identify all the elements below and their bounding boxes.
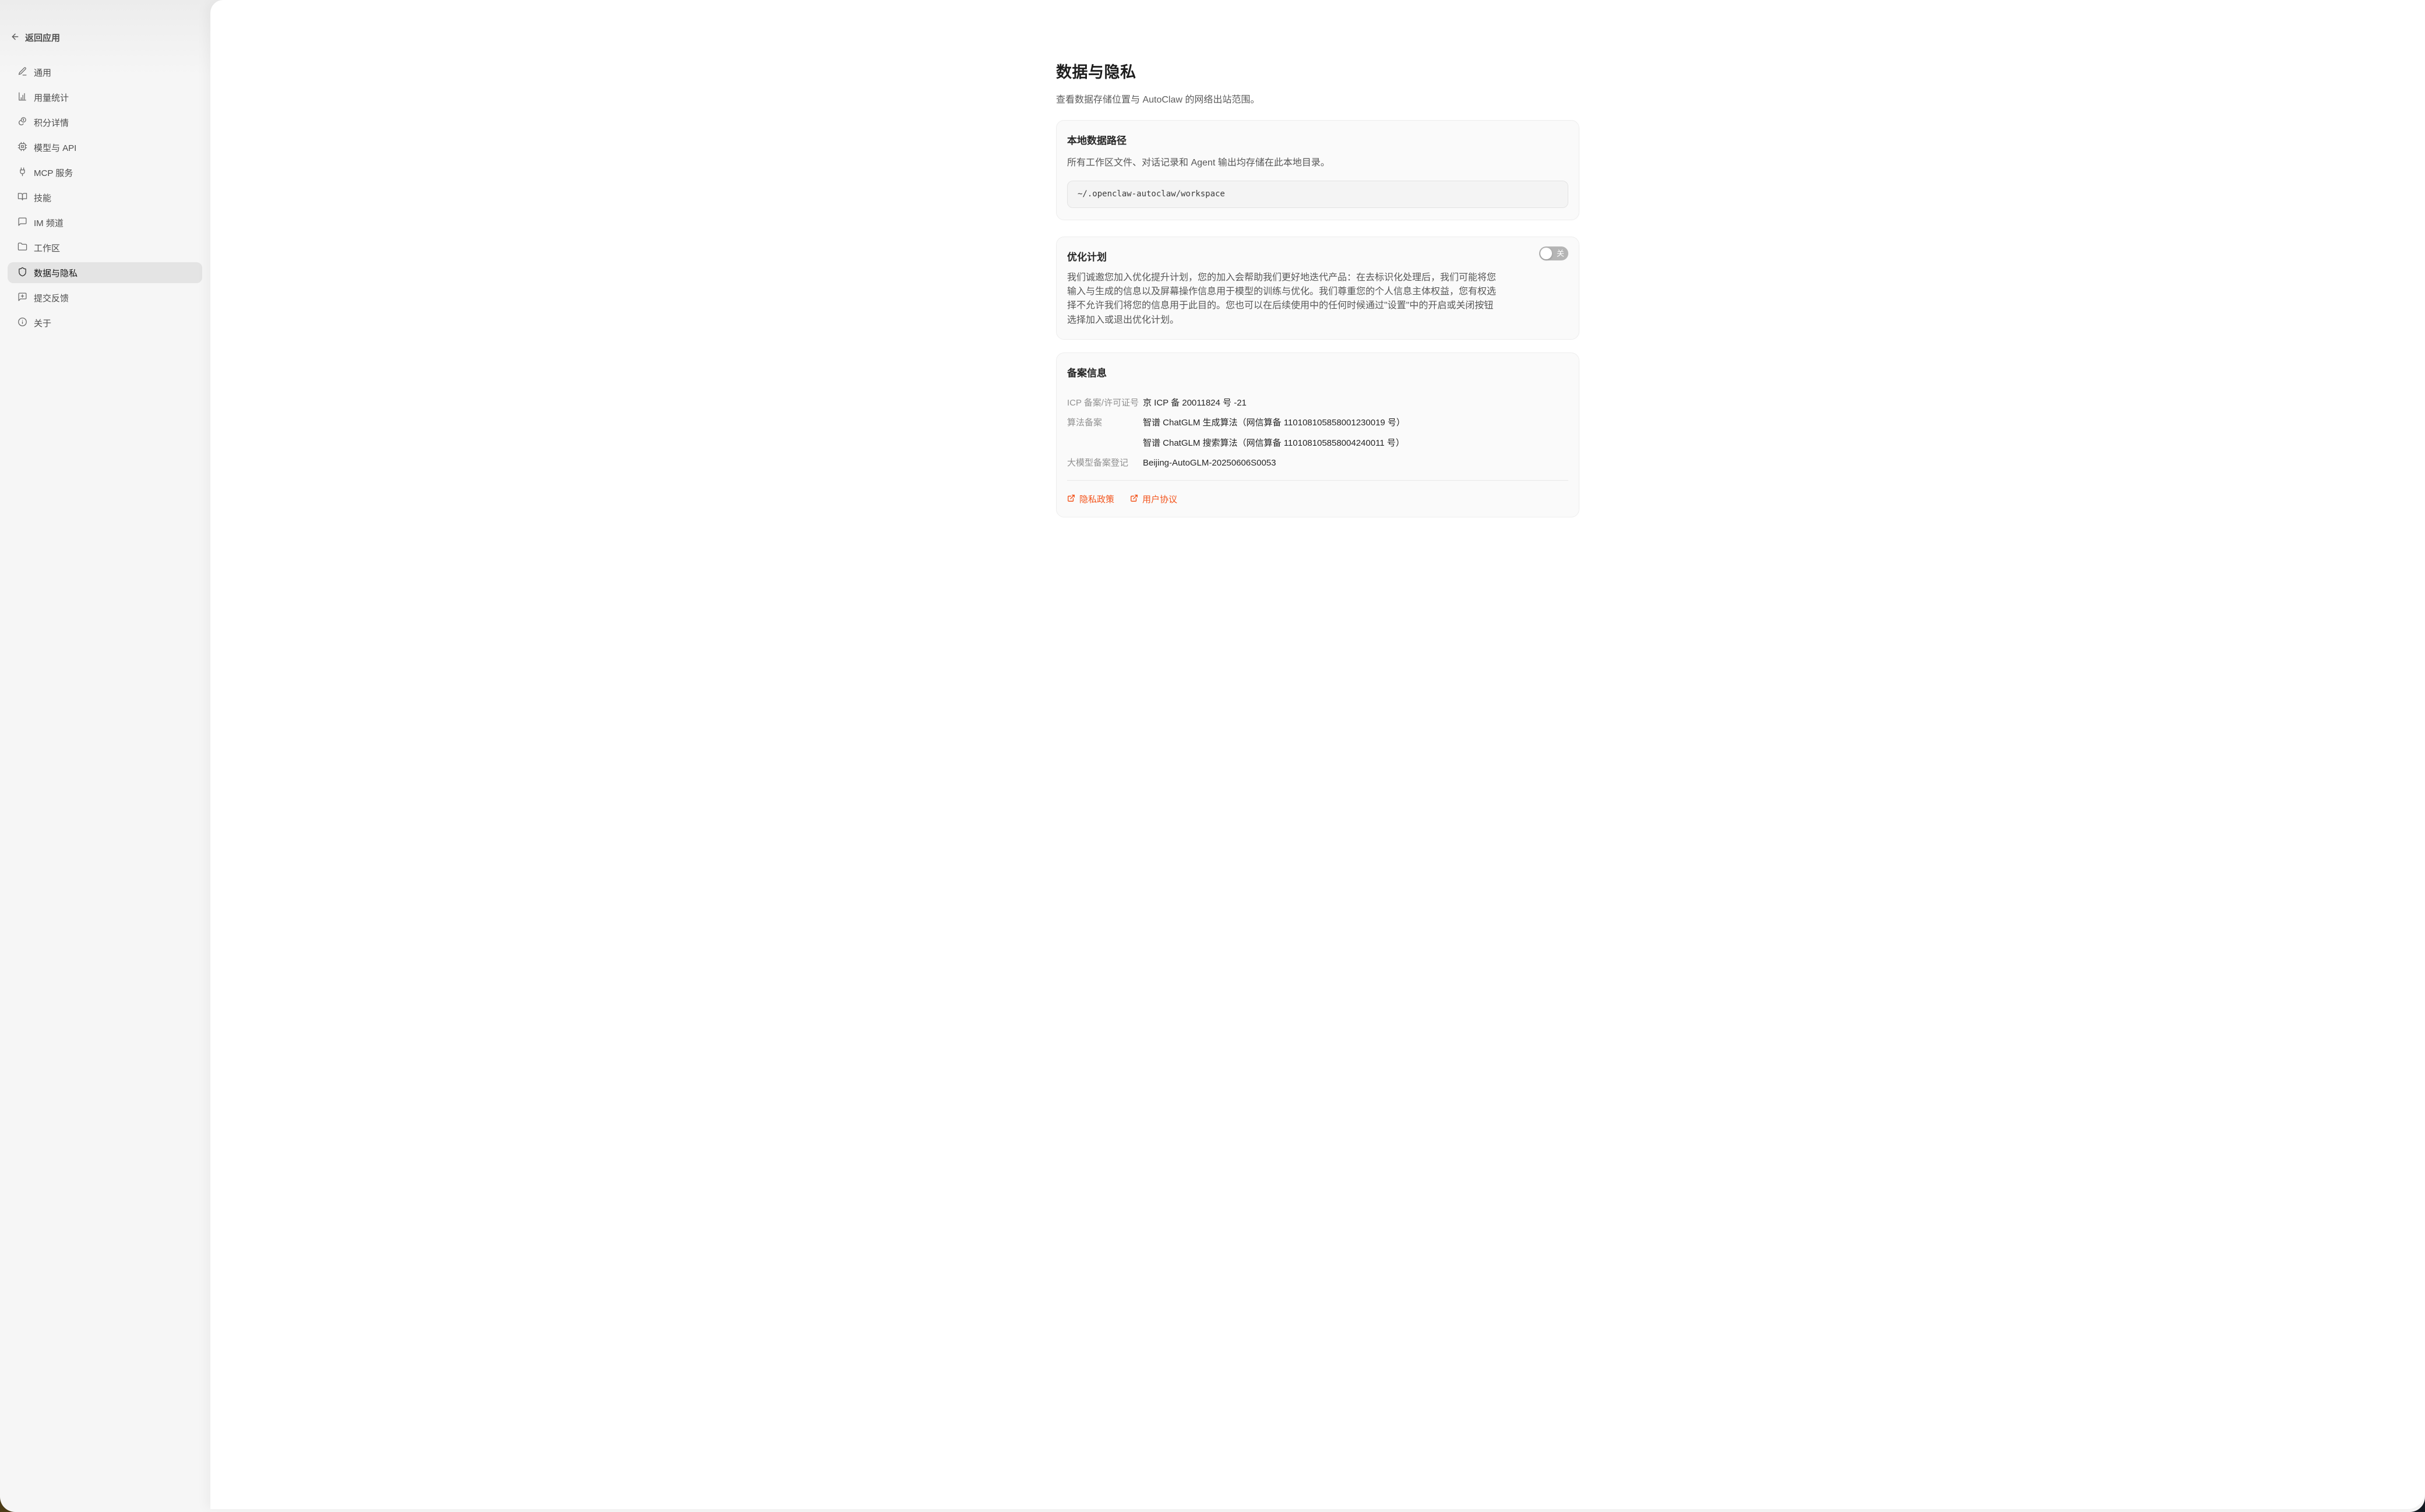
privacy-policy-label: 隐私政策 (1079, 493, 1114, 505)
chat-bubble-icon (17, 217, 27, 229)
sidebar-item-feedback[interactable]: 提交反馈 (8, 287, 202, 308)
sidebar-item-im-channels[interactable]: IM 频道 (8, 212, 202, 233)
divider (1067, 480, 1568, 481)
icp-filing-number: 京 ICP 备 20011824 号 -21 (1143, 396, 1568, 408)
description-line: 择不允许我们将您的信息用于此目的。您也可以在后续使用中的任何时候通过"设置"中的… (1067, 299, 1568, 313)
back-to-app-label: 返回应用 (25, 31, 60, 44)
optimization-plan-description: 我们诚邀您加入优化提升计划，您的加入会帮助我们更好地迭代产品：在去标识化处理后，… (1067, 271, 1568, 327)
filing-info-card: 备案信息 ICP 备案/许可证号 京 ICP 备 20011824 号 -21 … (1056, 353, 1579, 518)
local-data-path-title: 本地数据路径 (1067, 132, 1568, 147)
algorithm-filing-number: 智谱 ChatGLM 搜索算法（网信算备 1101081058580042400… (1143, 436, 1568, 449)
sidebar-item-about[interactable]: 关于 (8, 312, 202, 333)
sidebar-item-credits[interactable]: 积分详情 (8, 112, 202, 133)
llm-filing-number: Beijing-AutoGLM-20250606S0053 (1143, 458, 1568, 468)
external-link-icon (1130, 494, 1138, 505)
sidebar-item-general[interactable]: 通用 (8, 62, 202, 83)
sidebar-item-label: 积分详情 (34, 117, 69, 129)
local-data-path-card: 本地数据路径 所有工作区文件、对话记录和 Agent 输出均存储在此本地目录。 … (1056, 120, 1579, 220)
feedback-plus-icon (17, 292, 27, 304)
sidebar-item-label: 关于 (34, 317, 51, 329)
app-window: 返回应用 通用 用量统计 积分详情 模型与 API MCP 服务 (0, 0, 2425, 1512)
sidebar-item-label: 数据与隐私 (34, 267, 78, 279)
filing-rows: ICP 备案/许可证号 京 ICP 备 20011824 号 -21 算法备案 … (1067, 396, 1568, 469)
plug-icon (17, 167, 27, 179)
settings-main-panel: 数据与隐私 查看数据存储位置与 AutoClaw 的网络出站范围。 本地数据路径… (210, 0, 2425, 1509)
sidebar-item-label: 工作区 (34, 242, 60, 254)
page-title: 数据与隐私 (1056, 59, 1579, 82)
page-subtitle: 查看数据存储位置与 AutoClaw 的网络出站范围。 (1056, 91, 1579, 105)
description-line: 我们诚邀您加入优化提升计划，您的加入会帮助我们更好地迭代产品：在去标识化处理后，… (1067, 271, 1568, 285)
optimization-plan-card: 优化计划 关 我们诚邀您加入优化提升计划，您的加入会帮助我们更好地迭代产品：在去… (1056, 237, 1579, 340)
filing-row-label: 算法备案 (1067, 416, 1143, 428)
sidebar-item-skills[interactable]: 技能 (8, 187, 202, 208)
sidebar-item-usage-stats[interactable]: 用量统计 (8, 87, 202, 108)
bar-chart-icon (17, 91, 27, 104)
book-open-icon (17, 192, 27, 204)
user-agreement-link[interactable]: 用户协议 (1130, 493, 1177, 505)
cpu-icon (17, 142, 27, 154)
sidebar-item-label: MCP 服务 (34, 167, 73, 179)
sidebar-item-label: 技能 (34, 192, 51, 204)
info-icon (17, 317, 27, 329)
back-to-app-button[interactable]: 返回应用 (10, 31, 60, 44)
sidebar-item-models-api[interactable]: 模型与 API (8, 137, 202, 158)
toggle-state-label: 关 (1557, 250, 1564, 258)
sidebar-item-label: IM 频道 (34, 217, 64, 229)
sidebar-item-mcp-services[interactable]: MCP 服务 (8, 162, 202, 183)
filing-info-title: 备案信息 (1067, 365, 1568, 379)
optimization-plan-toggle[interactable]: 关 (1539, 246, 1568, 260)
coins-icon (17, 117, 27, 129)
description-line: 输入与生成的信息以及屏幕操作信息用于模型的训练与优化。我们尊重您的个人信息主体权… (1067, 285, 1568, 299)
local-data-path-description: 所有工作区文件、对话记录和 Agent 输出均存储在此本地目录。 (1067, 154, 1568, 168)
sidebar-item-label: 通用 (34, 66, 51, 79)
arrow-left-icon (10, 32, 20, 44)
policy-links: 隐私政策 用户协议 (1067, 493, 1568, 505)
sidebar-nav: 通用 用量统计 积分详情 模型与 API MCP 服务 技能 (8, 62, 202, 333)
filing-row-label: 大模型备案登记 (1067, 456, 1143, 468)
sidebar-item-label: 提交反馈 (34, 292, 69, 304)
sidebar-item-workspace[interactable]: 工作区 (8, 237, 202, 258)
description-line: 选择加入或退出优化计划。 (1067, 313, 1568, 327)
shield-icon (17, 267, 27, 279)
filing-row-label: ICP 备案/许可证号 (1067, 396, 1143, 408)
user-agreement-label: 用户协议 (1142, 493, 1177, 505)
sidebar-item-label: 模型与 API (34, 142, 76, 154)
privacy-policy-link[interactable]: 隐私政策 (1067, 493, 1114, 505)
workspace-path-field[interactable]: ~/.openclaw-autoclaw/workspace (1067, 181, 1568, 208)
sidebar-item-label: 用量统计 (34, 91, 69, 104)
external-link-icon (1067, 494, 1075, 505)
algorithm-filing-number: 智谱 ChatGLM 生成算法（网信算备 1101081058580012300… (1143, 416, 1568, 428)
toggle-knob (1540, 248, 1552, 259)
sidebar-item-data-privacy[interactable]: 数据与隐私 (8, 262, 202, 283)
optimization-plan-title: 优化计划 (1067, 249, 1568, 263)
folder-icon (17, 242, 27, 254)
settings-sidebar: 返回应用 通用 用量统计 积分详情 模型与 API MCP 服务 (0, 0, 210, 1512)
pencil-icon (17, 66, 27, 79)
